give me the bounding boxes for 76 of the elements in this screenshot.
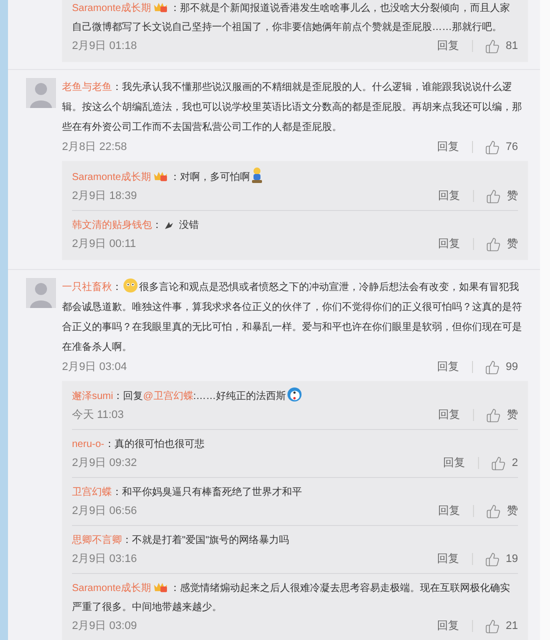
user-name[interactable]: 邂泽sumi <box>72 391 114 402</box>
reply-button[interactable]: 回复 <box>436 38 460 54</box>
timestamp: 2月9日 03:09 <box>72 618 137 634</box>
comment-text: 韩文清的贴身钱包： 没错 <box>72 218 200 233</box>
like-button[interactable]: 赞 <box>486 236 518 252</box>
thumbs-up-icon <box>486 408 501 422</box>
comment-text: neru-o-：真的很可怕也很可悲 <box>72 438 206 452</box>
comment-text: 卫宫幻蝶：和平你妈臭逼只有棒畜死绝了世界才和平 <box>72 486 303 500</box>
mention-link[interactable]: @卫宫幻蝶 <box>143 391 194 402</box>
like-count: 81 <box>506 38 518 54</box>
thumbs-up-icon <box>484 552 500 566</box>
thumbs-up-icon <box>486 504 501 518</box>
reply-button[interactable]: 回复 <box>437 406 461 424</box>
user-name[interactable]: 韩文清的贴身钱包 <box>72 220 152 231</box>
user-name[interactable]: neru-o- <box>72 439 104 450</box>
user-avatar[interactable] <box>26 278 56 308</box>
user-name[interactable]: 思卿不言卿 <box>72 535 122 546</box>
like-count: 赞 <box>507 504 518 519</box>
timestamp: 2月8日 22:58 <box>62 140 127 155</box>
like-count: 21 <box>506 618 518 634</box>
comment-text: 一只社畜秋： 很多言论和观点是恐惧或者愤怒之下的冲动宣泄，冷静后想法会有改变，如果有冒犯我都会诚恳道歉。唯独这件事，算我求求各位正义的伙伴了，你们不觉得你们的正义很可怕吗？这真的是符合正义的事吗？在我眼里真的无比可怕，和暴乱一样。爱与和平也许在你们眼里是软弱，但你们现在可是在准备杀人啊。 <box>62 278 522 358</box>
like-button[interactable]: 99 <box>484 358 518 376</box>
timestamp: 2月9日 00:11 <box>72 236 136 252</box>
timestamp: 2月9日 03:04 <box>62 360 127 375</box>
user-name[interactable]: Saramonte成长期 <box>72 583 151 594</box>
like-count: 99 <box>506 360 518 375</box>
like-button[interactable]: 赞 <box>486 502 518 520</box>
user-name[interactable]: Saramonte成长期 <box>72 3 151 14</box>
user-name[interactable]: 卫宫幻蝶 <box>72 487 112 498</box>
reply-button[interactable]: 回复 <box>436 618 460 634</box>
timestamp: 今天 11:03 <box>72 408 124 423</box>
thumbs-up-icon <box>484 618 500 634</box>
like-button[interactable]: 76 <box>484 138 518 156</box>
like-count: 19 <box>506 552 518 567</box>
comment-text: 邂泽sumi：回复@卫宫幻蝶:……好纯正的法西斯 <box>72 387 518 406</box>
thumbs-up-icon <box>484 140 500 154</box>
comment-text: Saramonte成长期 ：对啊，多可怕啊 <box>72 167 518 187</box>
reply-button[interactable]: 回复 <box>436 358 460 376</box>
thumbs-up-icon <box>486 236 501 252</box>
comment-text: 思卿不言卿：不就是打着"爱国"旗号的网络暴力吗 <box>72 534 290 548</box>
like-button[interactable]: 81 <box>484 38 518 54</box>
reply-button[interactable]: 回复 <box>437 502 461 520</box>
like-button[interactable]: 2 <box>490 454 518 472</box>
comment-text: Saramonte成长期 ：感觉情绪煽动起来之后人很难冷凝去思考容易走极端。现在互联网极化确实严重了很多。中间地带越来越少。 <box>72 580 511 615</box>
like-count: 赞 <box>507 236 518 252</box>
emoji-figure-icon <box>250 167 263 183</box>
reply-button[interactable]: 回复 <box>437 236 461 252</box>
timestamp: 2月9日 18:39 <box>72 188 137 204</box>
timestamp: 2月9日 06:56 <box>72 504 137 519</box>
thumbs-up-icon <box>486 188 501 204</box>
user-name[interactable]: 老鱼与老鱼 <box>62 82 112 93</box>
like-button[interactable]: 赞 <box>486 188 518 204</box>
timestamp: 2月9日 01:18 <box>72 38 137 54</box>
timestamp: 2月9日 03:16 <box>72 552 137 567</box>
reply-button[interactable]: 回复 <box>442 454 466 472</box>
thumbs-up-icon <box>484 38 500 54</box>
thumbs-up-icon <box>484 360 500 374</box>
like-button[interactable]: 19 <box>484 550 518 568</box>
user-name[interactable]: Saramonte成长期 <box>72 172 151 183</box>
thumbs-up-icon <box>490 456 506 470</box>
timestamp: 2月9日 09:32 <box>72 456 137 471</box>
emoji-face-icon <box>123 278 138 293</box>
comment-text: 老鱼与老鱼：我先承认我不懂那些说汉服画的不精细就是歪屁股的人。什么逻辑，谁能跟我说说什么逻辑。按这么个胡编乱造法，我也可以说学校里英语比语文分数高的都是歪屁股。再胡来点我还可以编，那些在有外资公司工作而不去国营私营公司工作的人都是歪屁股。 <box>62 80 522 135</box>
like-count: 76 <box>506 140 518 155</box>
like-count: 2 <box>512 456 518 471</box>
like-count: 赞 <box>507 188 518 204</box>
emoji-round-icon <box>287 387 302 402</box>
comment-text: Saramonte成长期 ：那不就是个新闻报道说香港发生啥啥事儿么，也没啥大分裂倾向，而且人家自己微博都写了长文说自己坚持一个祖国了，你非要信她俩年前点个赞就是歪屁股……那就行吧。 <box>72 0 511 35</box>
reply-button[interactable]: 回复 <box>436 138 460 156</box>
like-button[interactable]: 21 <box>484 618 518 634</box>
user-avatar[interactable] <box>26 78 56 108</box>
user-name[interactable]: 一只社畜秋 <box>62 282 112 293</box>
reply-button[interactable]: 回复 <box>436 550 460 568</box>
reply-button[interactable]: 回复 <box>437 188 461 204</box>
like-count: 赞 <box>507 408 518 423</box>
like-button[interactable]: 赞 <box>486 406 518 424</box>
